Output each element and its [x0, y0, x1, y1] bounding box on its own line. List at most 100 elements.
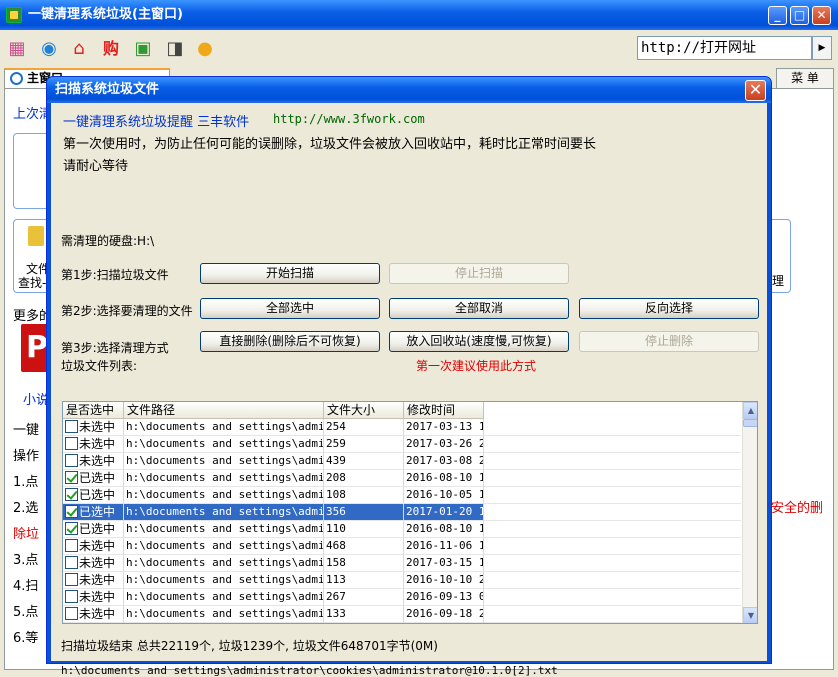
row-checkbox[interactable] [65, 556, 78, 569]
col-header-path[interactable]: 文件路径 [124, 402, 324, 419]
dialog-close-button[interactable]: ✕ [745, 80, 766, 101]
row-path: h:\documents and settings\adminis [124, 487, 324, 504]
row-checkbox-cell[interactable]: 已选中 [63, 504, 124, 521]
col-header-size[interactable]: 文件大小 [324, 402, 404, 419]
recycle-button[interactable]: 放入回收站(速度慢,可恢复) [389, 331, 569, 352]
stop-scan-button[interactable]: 停止扫描 [389, 263, 569, 284]
stop-delete-button[interactable]: 停止删除 [579, 331, 759, 352]
table-row[interactable]: 已选中 h:\documents and settings\adminis 356 2… [63, 504, 741, 521]
row-status: 未选中 [79, 539, 116, 553]
select-all-button[interactable]: 全部选中 [200, 298, 380, 319]
deselect-all-button[interactable]: 全部取消 [389, 298, 569, 319]
home-icon[interactable]: ⌂ [68, 38, 90, 60]
bg-step5: 5.点 [13, 605, 39, 620]
row-checkbox[interactable] [65, 488, 78, 501]
tab-menu[interactable]: 菜 单 [776, 68, 834, 88]
table-row[interactable]: 未选中 h:\documents and settings\adminis 468 2… [63, 538, 741, 555]
dialog-title-bar[interactable]: 扫描系统垃圾文件 [47, 77, 771, 103]
table-row[interactable]: 未选中 h:\documents and settings\adminis 259 2… [63, 436, 741, 453]
row-checkbox-cell[interactable]: 未选中 [63, 538, 124, 555]
row-checkbox[interactable] [65, 522, 78, 535]
row-checkbox[interactable] [65, 437, 78, 450]
row-checkbox[interactable] [65, 590, 78, 603]
table-row[interactable]: 未选中 h:\documents and settings\adminis 133 2… [63, 606, 741, 623]
row-path: h:\documents and settings\adminis [124, 589, 324, 606]
row-checkbox-cell[interactable]: 未选中 [63, 436, 124, 453]
row-checkbox[interactable] [65, 420, 78, 433]
vertical-scrollbar[interactable]: ▲ ▼ [742, 402, 757, 623]
row-status: 未选中 [79, 420, 116, 434]
row-status: 未选中 [79, 454, 116, 468]
row-checkbox-cell[interactable]: 未选中 [63, 572, 124, 589]
bg-card-right[interactable]: 理 [769, 219, 791, 293]
col-header-selected[interactable]: 是否选中 [63, 402, 124, 419]
row-checkbox[interactable] [65, 454, 78, 467]
scroll-thumb[interactable] [743, 419, 757, 427]
delete-direct-button[interactable]: 直接删除(删除后不可恢复) [200, 331, 380, 352]
row-status: 未选中 [79, 556, 116, 570]
step1-label: 第1步:扫描垃圾文件 [61, 268, 169, 282]
row-time: 2016-10-05 13 [404, 487, 484, 504]
table-row[interactable]: 未选中 h:\documents and settings\adminis 113 2… [63, 572, 741, 589]
row-empty-area [484, 555, 741, 572]
row-checkbox-cell[interactable]: 未选中 [63, 419, 124, 436]
row-empty-area [484, 470, 741, 487]
calendar-icon[interactable]: ▦ [6, 38, 28, 60]
row-size: 356 [324, 504, 404, 521]
bg-line1: 一键 [13, 423, 40, 438]
url-go-button[interactable]: ▶ [812, 36, 832, 60]
disk-label: 需清理的硬盘:H:\ [61, 234, 155, 248]
minimize-button[interactable]: _ [768, 6, 787, 25]
row-checkbox-cell[interactable]: 已选中 [63, 521, 124, 538]
row-checkbox-cell[interactable]: 未选中 [63, 453, 124, 470]
row-path: h:\documents and settings\adminis [124, 521, 324, 538]
row-size: 158 [324, 555, 404, 572]
globe-icon[interactable]: ◉ [38, 38, 60, 60]
dialog-title: 扫描系统垃圾文件 [55, 82, 160, 97]
dialog-body: 一键清理系统垃圾提醒 三丰软件 http://www.3fwork.com 第一… [51, 103, 767, 677]
maximize-button[interactable]: □ [790, 6, 809, 25]
table-row[interactable]: 未选中 h:\documents and settings\adminis 267 2… [63, 589, 741, 606]
shop-icon[interactable]: 购 [100, 38, 122, 60]
main-window-title: 一键清理系统垃圾(主窗口) [28, 7, 183, 22]
close-button[interactable]: ✕ [812, 6, 831, 25]
table-row[interactable]: 已选中 h:\documents and settings\adminis 208 2… [63, 470, 741, 487]
bg-line2: 操作 [13, 449, 40, 464]
row-status: 已选中 [79, 505, 116, 519]
start-scan-button[interactable]: 开始扫描 [200, 263, 380, 284]
row-checkbox[interactable] [65, 573, 78, 586]
row-checkbox[interactable] [65, 607, 78, 620]
table-row[interactable]: 已选中 h:\documents and settings\adminis 108 2… [63, 487, 741, 504]
row-size: 108 [324, 487, 404, 504]
scroll-down-button[interactable]: ▼ [743, 607, 757, 623]
chat-icon[interactable]: ● [194, 38, 216, 60]
file-list-table[interactable]: 是否选中 文件路径 文件大小 修改时间 未选中 h:\documents and … [62, 401, 758, 624]
col-header-time[interactable]: 修改时间 [404, 402, 484, 419]
row-path: h:\documents and settings\adminis [124, 504, 324, 521]
row-status: 未选中 [79, 590, 116, 604]
bg-step6: 6.等 [13, 631, 39, 646]
table-row[interactable]: 未选中 h:\documents and settings\adminis 439 2… [63, 453, 741, 470]
url-input[interactable]: http://打开网址 [637, 36, 812, 60]
row-checkbox[interactable] [65, 539, 78, 552]
table-row[interactable]: 未选中 h:\documents and settings\adminis 158 2… [63, 555, 741, 572]
row-checkbox[interactable] [65, 505, 78, 518]
row-empty-area [484, 521, 741, 538]
table-row[interactable]: 未选中 h:\documents and settings\adminis 254 2… [63, 419, 741, 436]
row-checkbox-cell[interactable]: 已选中 [63, 470, 124, 487]
main-title-bar[interactable]: 一键清理系统垃圾(主窗口) _ □ ✕ [0, 0, 838, 30]
scroll-up-button[interactable]: ▲ [743, 402, 757, 419]
row-checkbox-cell[interactable]: 未选中 [63, 606, 124, 623]
invert-selection-button[interactable]: 反向选择 [579, 298, 759, 319]
row-checkbox-cell[interactable]: 未选中 [63, 555, 124, 572]
game-icon[interactable]: ▣ [132, 38, 154, 60]
bg-right-clean: 理 [772, 274, 785, 288]
intro-url[interactable]: http://www.3fwork.com [273, 112, 425, 126]
row-checkbox-cell[interactable]: 未选中 [63, 589, 124, 606]
table-row[interactable]: 已选中 h:\documents and settings\adminis 110 2… [63, 521, 741, 538]
row-status: 未选中 [79, 437, 116, 451]
row-checkbox[interactable] [65, 471, 78, 484]
recommend-note: 第一次建议使用此方式 [416, 359, 537, 373]
photo-icon[interactable]: ◨ [164, 38, 186, 60]
row-checkbox-cell[interactable]: 已选中 [63, 487, 124, 504]
